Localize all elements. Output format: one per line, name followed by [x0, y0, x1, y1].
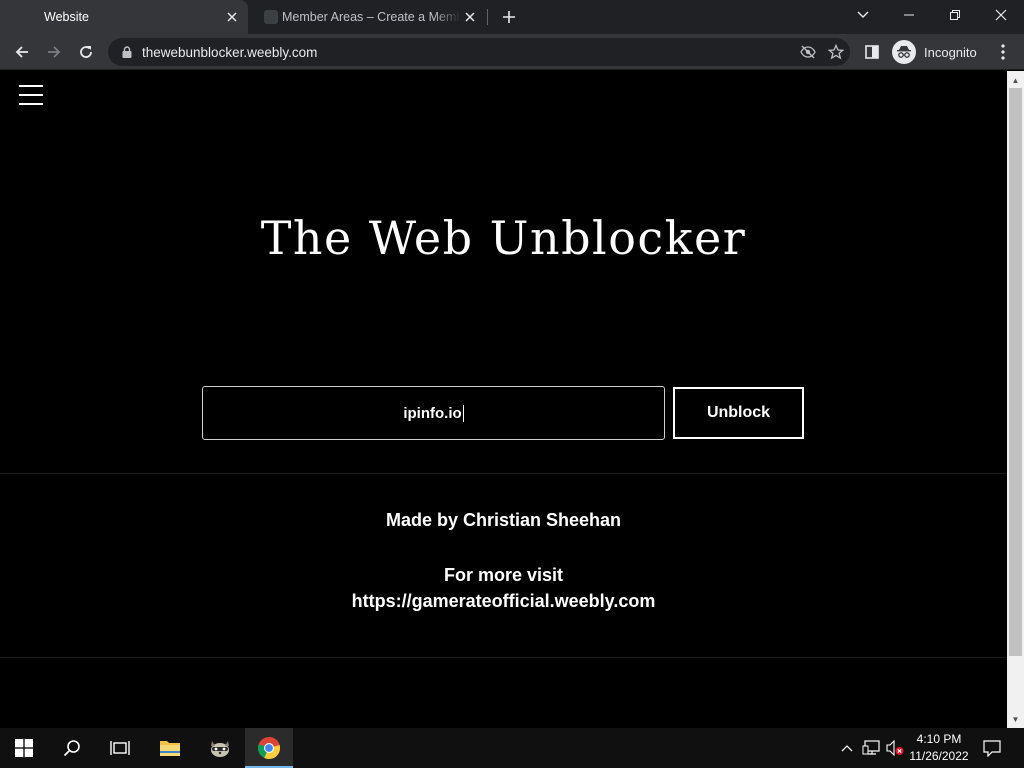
website-favicon-icon [14, 10, 28, 24]
start-button[interactable] [0, 728, 48, 768]
tab-search-button[interactable] [840, 0, 886, 30]
scrollbar-thumb[interactable] [1009, 88, 1022, 656]
page-scrollbar[interactable]: ▲ ▼ [1007, 71, 1024, 728]
scroll-up-arrow-icon[interactable]: ▲ [1007, 73, 1024, 87]
tab-title: Website [44, 10, 89, 24]
browser-toolbar: thewebunblocker.weebly.com Incognito [0, 34, 1024, 70]
tab-title: Member Areas – Create a Member [282, 10, 460, 24]
clock[interactable]: 4:10 PM 11/26/2022 [906, 731, 972, 765]
address-text[interactable]: thewebunblocker.weebly.com [142, 45, 794, 60]
close-tab-icon[interactable] [222, 7, 242, 27]
incognito-label: Incognito [924, 44, 977, 60]
tab-member-areas[interactable]: Member Areas – Create a Member [250, 0, 486, 34]
tab-separator [487, 9, 488, 25]
browser-menu-button[interactable] [992, 38, 1014, 66]
bookmark-star-icon[interactable] [822, 38, 850, 66]
file-explorer-icon[interactable] [146, 728, 194, 768]
tab-strip: Website Member Areas – Create a Member [0, 0, 1024, 34]
restore-button[interactable] [932, 0, 978, 30]
clock-time: 4:10 PM [916, 732, 962, 746]
side-panel-button[interactable] [860, 38, 884, 66]
footer-section: Made by Christian Sheehan For more visit… [0, 473, 1007, 658]
lock-icon[interactable] [120, 45, 134, 59]
clock-date: 11/26/2022 [909, 749, 969, 763]
visit-text: For more visit https://gamerateofficial.… [0, 562, 1007, 614]
incognito-icon [892, 40, 916, 64]
weebly-favicon-icon [264, 10, 278, 24]
task-view-icon[interactable] [96, 728, 144, 768]
hamburger-menu-icon[interactable] [19, 84, 43, 106]
minimize-button[interactable] [886, 0, 932, 30]
show-hidden-icons-chevron-icon[interactable] [838, 728, 856, 768]
reload-button[interactable] [72, 38, 100, 66]
url-input[interactable]: ipinfo.io [202, 386, 665, 440]
url-input-value[interactable]: ipinfo.io [403, 405, 461, 422]
scroll-down-arrow-icon[interactable]: ▼ [1007, 712, 1024, 726]
visit-link[interactable]: https://gamerateofficial.weebly.com [0, 588, 1007, 614]
taskbar: 4:10 PM 11/26/2022 [0, 728, 1024, 768]
forward-button[interactable] [40, 38, 68, 66]
search-icon[interactable] [48, 728, 96, 768]
notifications-icon[interactable] [980, 728, 1004, 768]
close-window-button[interactable] [978, 0, 1024, 30]
visit-label: For more visit [443, 565, 564, 585]
raccoon-app-icon[interactable] [196, 728, 244, 768]
incognito-profile-button[interactable]: Incognito [890, 38, 985, 66]
third-party-cookies-blocked-icon[interactable] [794, 38, 822, 66]
tab-website[interactable]: Website [0, 0, 248, 34]
text-caret [462, 404, 464, 422]
volume-muted-icon[interactable] [884, 728, 906, 768]
address-bar[interactable]: thewebunblocker.weebly.com [108, 38, 850, 66]
chrome-taskbar-icon[interactable] [245, 728, 293, 768]
network-icon[interactable] [860, 728, 882, 768]
credit-text: Made by Christian Sheehan [385, 510, 622, 530]
unblock-button[interactable]: Unblock [673, 387, 804, 439]
new-tab-button[interactable] [498, 6, 520, 28]
back-button[interactable] [8, 38, 36, 66]
site-title: The Web Unblocker [260, 211, 747, 265]
page-viewport: The Web Unblocker ipinfo.io Unblock Made… [0, 71, 1007, 728]
close-tab-icon[interactable] [460, 7, 480, 27]
